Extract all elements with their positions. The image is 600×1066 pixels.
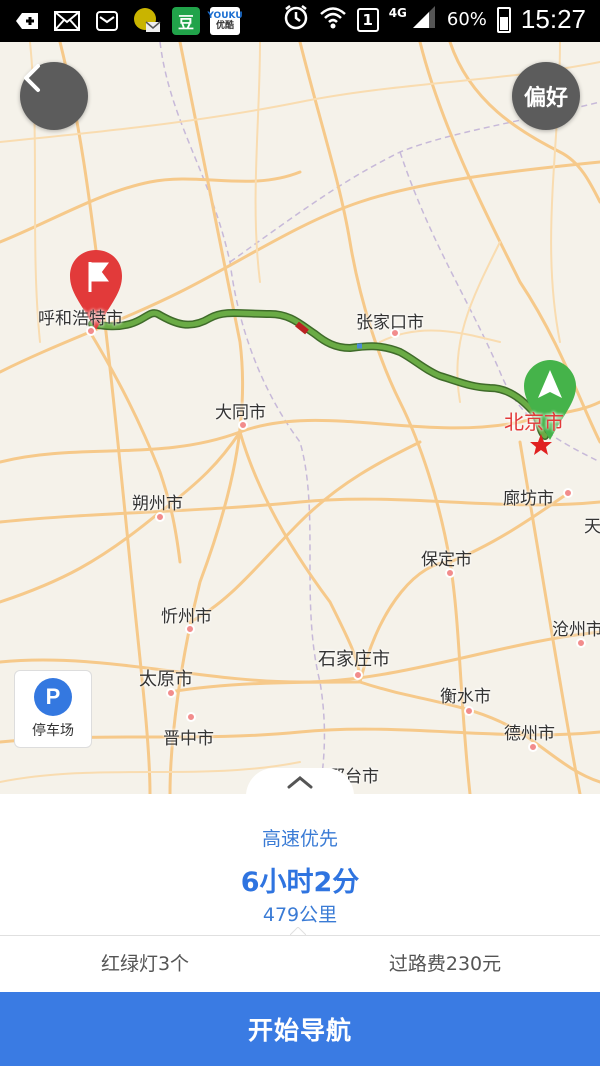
- start-navigation-button[interactable]: 开始导航: [0, 992, 600, 1066]
- parking-button[interactable]: P 停车场: [14, 670, 92, 748]
- city-label-shijiazhuang: 石家庄市: [318, 649, 390, 670]
- douban-icon: 豆: [172, 7, 200, 35]
- alarm-icon: [283, 4, 309, 35]
- route-distance: 479公里: [262, 904, 338, 926]
- plus-icon: [12, 6, 42, 36]
- chevron-left-icon: [24, 64, 40, 92]
- city-label-tianjin: 天: [584, 517, 600, 537]
- message-icon: [92, 6, 122, 36]
- route-duration: 6小时2分: [240, 867, 360, 898]
- back-button[interactable]: [20, 62, 88, 130]
- youku-text: YOUKU: [207, 11, 243, 21]
- wifi-icon: [319, 5, 347, 34]
- preference-button[interactable]: 偏好: [512, 62, 580, 130]
- clock: 15:27: [520, 4, 586, 34]
- city-dot: [563, 488, 573, 498]
- caret-icon: [290, 927, 306, 935]
- city-label-langfang: 廊坊市: [503, 489, 554, 509]
- route-type[interactable]: 高速优先: [0, 824, 600, 851]
- signal-icon: [411, 4, 437, 35]
- city-label-datong: 大同市: [215, 403, 266, 423]
- battery-percent: 60%: [446, 9, 487, 30]
- expand-handle[interactable]: [246, 768, 354, 796]
- chevron-up-icon: [287, 776, 313, 789]
- toll-fee: 过路费230元: [388, 953, 502, 975]
- mail-icon: [52, 6, 82, 36]
- divider: [0, 935, 600, 936]
- youku-icon: YOUKU 优酷: [207, 7, 243, 35]
- youku-subtext: 优酷: [215, 21, 234, 31]
- city-label-zhangjiakou: 张家口市: [356, 313, 424, 333]
- city-dot: [353, 670, 363, 680]
- app-icon: [132, 6, 162, 36]
- city-label-hengshui: 衡水市: [440, 687, 491, 707]
- parking-icon: P: [34, 678, 72, 716]
- city-label-jinzhong: 晋中市: [163, 729, 214, 749]
- city-label-cangzhou: 沧州市: [552, 620, 600, 640]
- city-label-xinzhou: 忻州市: [161, 607, 212, 627]
- traffic-lights-count: 红绿灯3个: [100, 953, 190, 975]
- city-label-shuozhou: 朔州市: [132, 494, 183, 514]
- parking-label: 停车场: [32, 723, 74, 739]
- sim-icon: 1: [356, 7, 379, 32]
- route-summary-panel: 高速优先 6小时2分 479公里 红绿灯3个 过路费230元: [0, 768, 600, 992]
- city-label-baoding: 保定市: [421, 550, 472, 570]
- status-bar: 豆 YOUKU 优酷 1 4G 60% 15:27: [0, 0, 600, 42]
- route-line: [88, 309, 549, 440]
- city-label-taiyuan: 太原市: [139, 669, 193, 690]
- city-label-beijing: 北京市: [504, 410, 564, 434]
- battery-icon: [496, 6, 511, 33]
- map-view[interactable]: 呼和浩特市 张家口市 大同市 北京市 朔州市 廊坊市 天 保定市 忻州市 沧州市…: [0, 42, 600, 794]
- city-dot: [186, 712, 196, 722]
- city-dot: [464, 706, 474, 716]
- city-label-dezhou: 德州市: [504, 724, 555, 744]
- city-label-hohhot: 呼和浩特市: [38, 309, 123, 329]
- network-type: 4G: [388, 6, 407, 20]
